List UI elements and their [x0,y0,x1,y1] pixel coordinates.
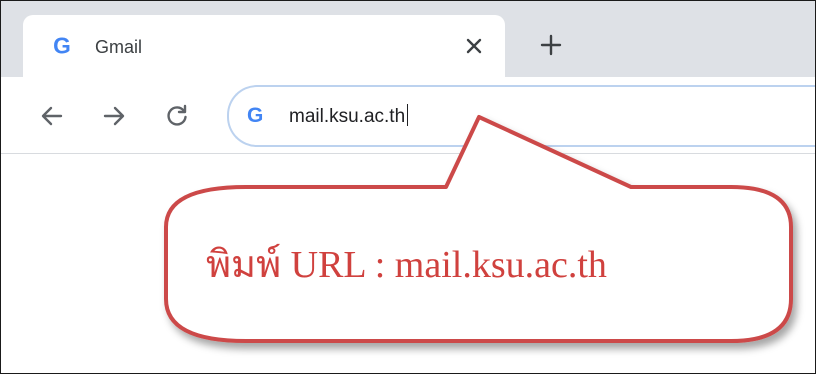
callout-text: พิมพ์ URL : mail.ksu.ac.th [206,244,607,286]
callout-shape [164,115,793,343]
screenshot-frame: G Gmail G mail.ksu.ac.th พิมพ์ URL: mai… [0,0,816,374]
callout-bubble [164,115,793,343]
